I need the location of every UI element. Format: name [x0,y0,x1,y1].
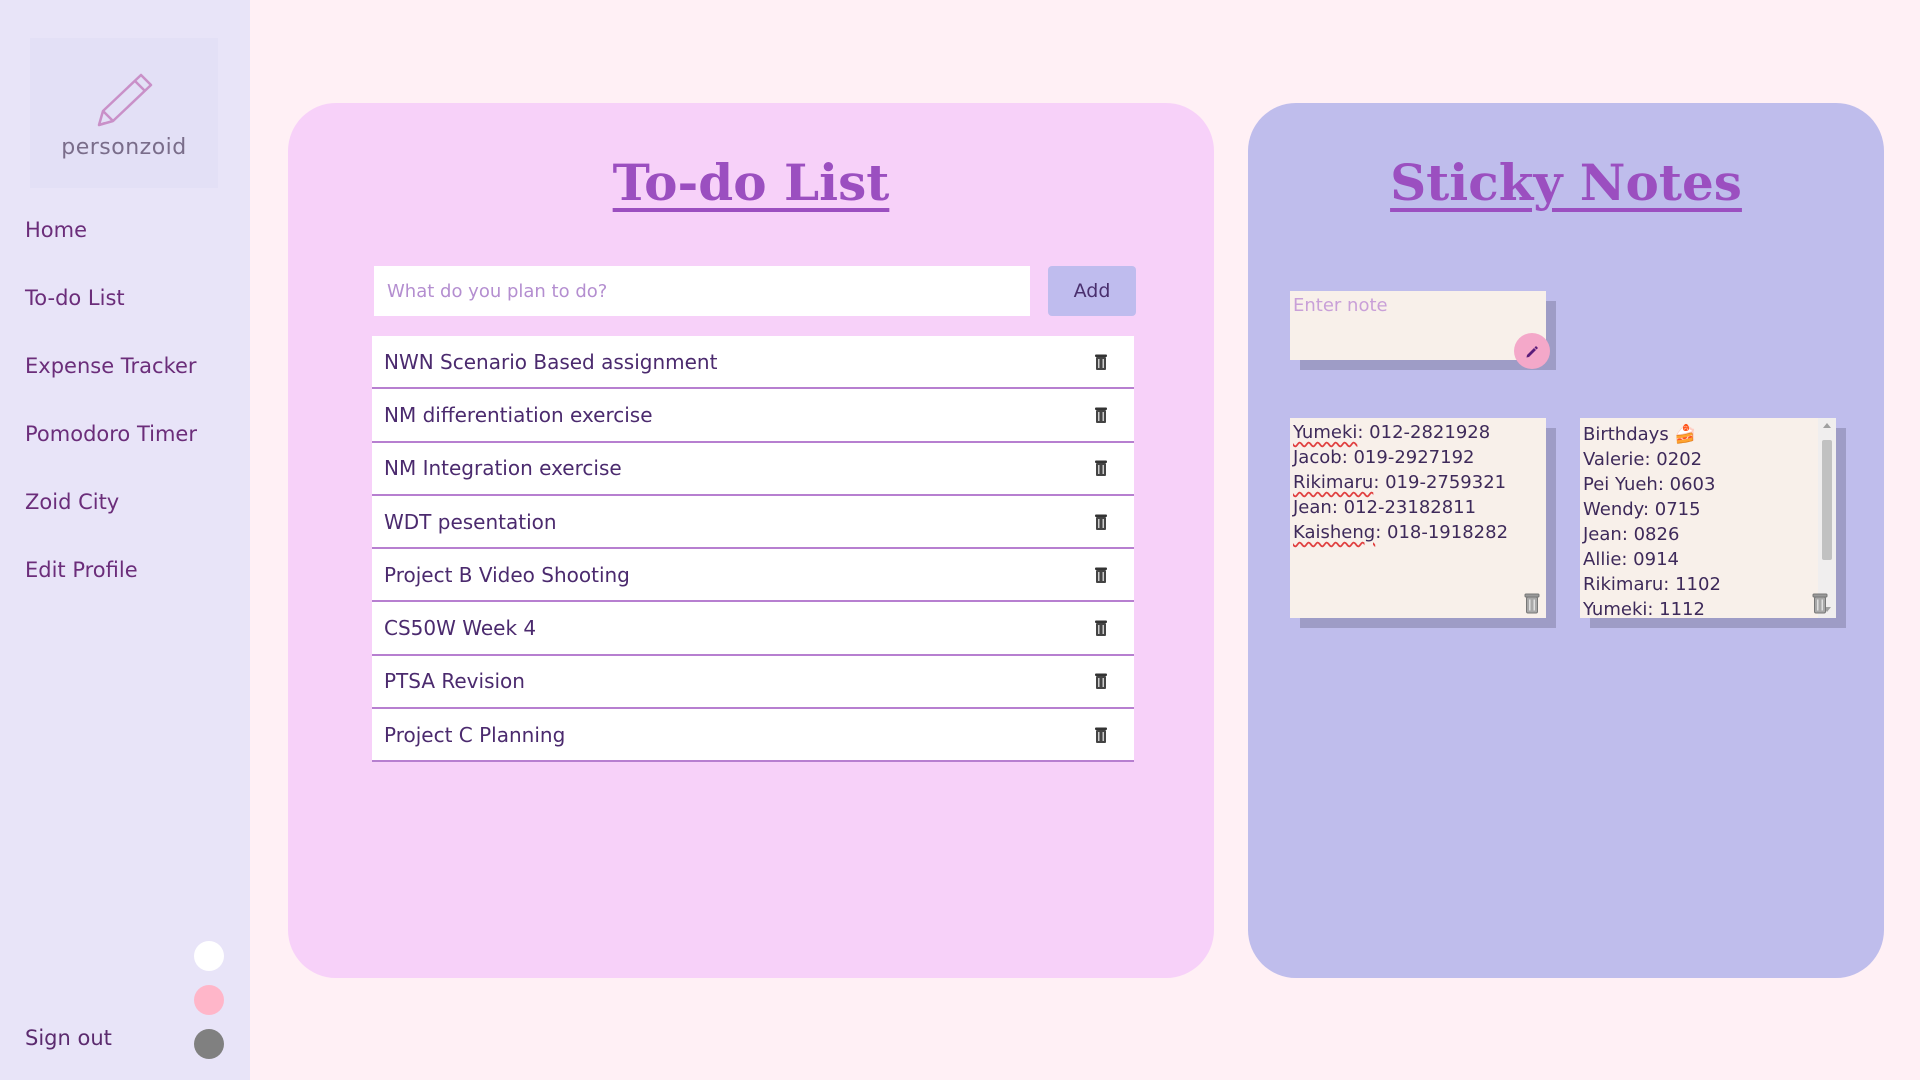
todo-input[interactable] [374,266,1030,316]
pen-icon [1526,346,1538,358]
todo-item: NWN Scenario Based assignment [372,336,1134,390]
todo-item-text: CS50W Week 4 [384,616,537,641]
theme-gray-button[interactable] [194,1029,224,1059]
sticky-notes-panel: Sticky Notes Yumeki: 012-2821928 Jacob: … [1248,103,1884,978]
add-todo-button[interactable]: Add [1048,266,1136,316]
note-line: Yumeki: 012-2821928 [1293,420,1543,445]
note-line: Jean: 012-23182811 [1293,495,1543,520]
pencil-icon [97,73,153,126]
sign-out-link[interactable]: Sign out [25,1026,112,1050]
sticky-note-body[interactable]: Birthdays 🍰 Valerie: 0202 Pei Yueh: 0603… [1580,418,1836,618]
note-line: Jean: 0826 [1583,524,1680,545]
todo-panel: To-do List Add NWN Scenario Based assign… [288,103,1214,978]
contact-name: Kaisheng [1293,522,1376,543]
sticky-note[interactable]: Birthdays 🍰 Valerie: 0202 Pei Yueh: 0603… [1580,418,1846,628]
theme-pink-button[interactable] [194,985,224,1015]
contact-name: Jacob [1293,447,1342,468]
nav-expense-tracker[interactable]: Expense Tracker [25,346,197,414]
todo-title: To-do List [612,153,890,212]
note-line: Valerie: 0202 [1583,449,1703,470]
contact-name: Rikimaru [1293,472,1374,493]
todo-item-text: NM Integration exercise [384,456,622,481]
trash-icon[interactable] [1090,351,1112,373]
note-line: Jacob: 019-2927192 [1293,445,1543,470]
nav-zoid-city[interactable]: Zoid City [25,482,197,550]
note-line: Rikimaru: 019-2759321 [1293,470,1543,495]
trash-icon[interactable] [1090,670,1112,692]
scroll-up-icon[interactable] [1823,423,1831,428]
todo-item: Project C Planning [372,709,1134,763]
todo-item: WDT pesentation [372,495,1134,550]
trash-icon[interactable] [1090,457,1112,479]
note-scrollbar[interactable] [1818,418,1836,618]
note-input[interactable] [1290,291,1546,360]
todo-item-text: WDT pesentation [384,509,557,534]
nav-edit-profile[interactable]: Edit Profile [25,550,197,618]
todo-item-text: NM differentiation exercise [384,402,653,427]
nav-home[interactable]: Home [25,210,197,278]
theme-white-button[interactable] [194,941,224,971]
trash-icon[interactable] [1090,724,1112,746]
note-line: Birthdays 🍰 [1583,424,1697,445]
note-line: Allie: 0914 [1583,549,1679,570]
note-line: Pei Yueh: 0603 [1583,474,1716,495]
todo-item-text: PTSA Revision [384,669,525,694]
trash-icon[interactable] [1090,404,1112,426]
app-logo[interactable]: personzoid [30,38,218,188]
contact-name: Yumeki [1293,422,1358,443]
sidebar-nav: Home To-do List Expense Tracker Pomodoro… [25,210,197,618]
todo-item-text: NWN Scenario Based assignment [384,349,718,374]
contact-value: : 018-1918282 [1375,522,1509,543]
scroll-thumb[interactable] [1822,440,1832,560]
todo-item: CS50W Week 4 [372,602,1134,656]
sticky-note-body[interactable]: Yumeki: 012-2821928 Jacob: 019-2927192 R… [1290,418,1546,618]
note-line: Wendy: 0715 [1583,499,1701,520]
sticky-notes-title: Sticky Notes [1390,153,1742,212]
trash-icon[interactable] [1812,592,1828,618]
contact-value: : 012-2821928 [1357,422,1491,443]
logo-text: personzoid [61,134,187,160]
todo-item: PTSA Revision [372,655,1134,710]
nav-todo-list[interactable]: To-do List [25,278,197,346]
note-line: Yumeki: 1112 [1583,599,1705,618]
add-note-button[interactable] [1514,333,1550,369]
todo-item: NM Integration exercise [372,442,1134,496]
contact-value: : 019-2759321 [1373,472,1507,493]
contact-value: : 019-2927192 [1341,447,1475,468]
contact-value: : 012-23182811 [1331,497,1477,518]
todo-list: NWN Scenario Based assignment NM differe… [372,336,1134,763]
trash-icon[interactable] [1090,564,1112,586]
note-line: Kaisheng: 018-1918282 [1293,520,1543,545]
trash-icon[interactable] [1090,617,1112,639]
trash-icon[interactable] [1090,511,1112,533]
contact-name: Jean [1293,497,1332,518]
sticky-note[interactable]: Yumeki: 012-2821928 Jacob: 019-2927192 R… [1290,418,1556,628]
trash-icon[interactable] [1524,592,1540,618]
todo-item-text: Project C Planning [384,722,566,747]
sidebar: personzoid Home To-do List Expense Track… [0,0,250,1080]
nav-pomodoro-timer[interactable]: Pomodoro Timer [25,414,197,482]
todo-item: NM differentiation exercise [372,389,1134,443]
todo-item-text: Project B Video Shooting [384,562,630,587]
todo-item: Project B Video Shooting [372,549,1134,603]
note-line: Rikimaru: 1102 [1583,574,1721,595]
